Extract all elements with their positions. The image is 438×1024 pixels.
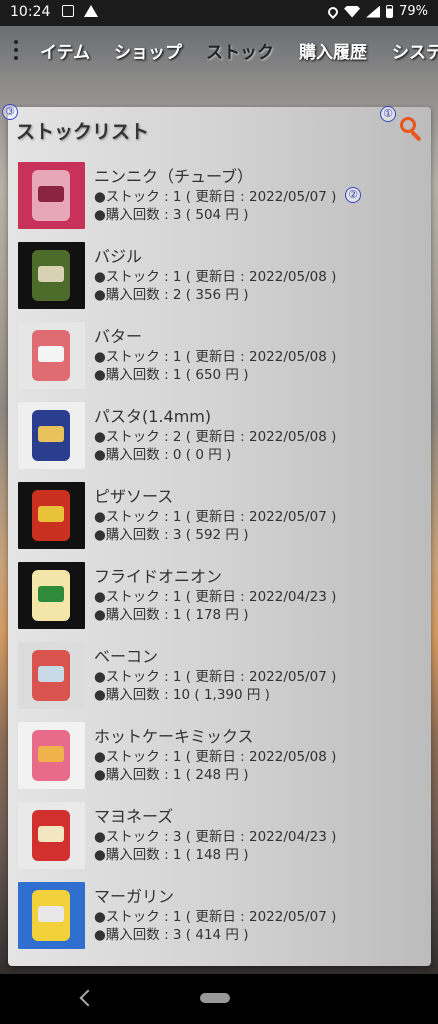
tab-stock[interactable]: ストック	[206, 38, 274, 63]
item-purchases: ●購入回数 : 1 ( 650 円 )	[94, 367, 249, 383]
item-name: マーガリン	[94, 887, 175, 906]
item-thumbnail	[18, 642, 85, 709]
list-item[interactable]: ピザソース ●ストック : 1 ( 更新日 : 2022/05/07 ) ●購入回数…	[16, 482, 426, 562]
item-purchases: ●購入回数 : 3 ( 592 円 )	[94, 527, 249, 543]
list-item[interactable]: ベーコン ●ストック : 1 ( 更新日 : 2022/05/07 ) ●購入回数 …	[16, 642, 426, 722]
item-stock: ●ストック : 1 ( 更新日 : 2022/05/07 )	[94, 189, 337, 205]
status-bar: 10:24 79%	[0, 0, 438, 26]
signal-icon	[366, 5, 381, 18]
status-right: 79%	[326, 4, 428, 19]
battery-level: 79%	[399, 4, 428, 19]
wifi-icon	[344, 5, 361, 18]
overflow-menu-icon[interactable]	[14, 40, 20, 60]
item-purchases: ●購入回数 : 1 ( 148 円 )	[94, 847, 249, 863]
item-stock: ●ストック : 1 ( 更新日 : 2022/05/07 )	[94, 909, 337, 925]
home-pill[interactable]	[200, 993, 230, 1003]
item-name: ニンニク（チューブ）	[94, 167, 254, 186]
item-name: ベーコン	[94, 647, 159, 666]
back-icon[interactable]	[79, 989, 97, 1007]
item-purchases: ●購入回数 : 1 ( 248 円 )	[94, 767, 249, 783]
tab-bar: イテム ショップ ストック 購入履歴 システ	[0, 26, 438, 78]
list-item[interactable]: フライドオニオン ●ストック : 1 ( 更新日 : 2022/04/23 ) ●購…	[16, 562, 426, 642]
stock-list: ニンニク（チューブ） ●ストック : 1 ( 更新日 : 2022/05/07 )…	[16, 162, 426, 962]
tab-shops[interactable]: ショップ	[114, 38, 182, 63]
navigation-bar	[0, 974, 438, 1024]
item-thumbnail	[18, 482, 85, 549]
list-item[interactable]: マヨネーズ ●ストック : 3 ( 更新日 : 2022/04/23 ) ●購入回数…	[16, 802, 426, 882]
item-name: バター	[94, 327, 143, 346]
item-name: ホットケーキミックス	[94, 727, 254, 746]
battery-icon	[386, 5, 394, 18]
tab-system[interactable]: システ	[392, 38, 438, 63]
stock-list-panel: ③ ストックリスト ① ② ニンニク（チューブ） ●ストック : 1 ( 更新日 …	[2, 104, 431, 966]
item-stock: ●ストック : 2 ( 更新日 : 2022/05/08 )	[94, 429, 337, 445]
page-title: ストックリスト	[16, 121, 150, 143]
item-purchases: ●購入回数 : 3 ( 504 円 )	[94, 207, 249, 223]
list-item[interactable]: ホットケーキミックス ●ストック : 1 ( 更新日 : 2022/05/08 )…	[16, 722, 426, 802]
item-purchases: ●購入回数 : 3 ( 414 円 )	[94, 927, 249, 943]
tab-purchase-history[interactable]: 購入履歴	[299, 38, 367, 63]
item-thumbnail	[18, 322, 85, 389]
item-name: ピザソース	[94, 487, 174, 506]
item-stock: ●ストック : 3 ( 更新日 : 2022/04/23 )	[94, 829, 337, 845]
item-name: パスタ(1.4mm)	[94, 407, 212, 426]
item-thumbnail	[18, 402, 85, 469]
item-stock: ●ストック : 1 ( 更新日 : 2022/05/07 )	[94, 669, 337, 685]
item-stock: ●ストック : 1 ( 更新日 : 2022/04/23 )	[94, 589, 337, 605]
list-item[interactable]: パスタ(1.4mm) ●ストック : 2 ( 更新日 : 2022/05/08 )…	[16, 402, 426, 482]
item-name: マヨネーズ	[94, 807, 174, 826]
status-time: 10:24	[10, 4, 51, 20]
item-stock: ●ストック : 1 ( 更新日 : 2022/05/07 )	[94, 509, 337, 525]
item-purchases: ●購入回数 : 2 ( 356 円 )	[94, 287, 249, 303]
item-purchases: ●購入回数 : 1 ( 178 円 )	[94, 607, 249, 623]
tab-items[interactable]: イテム	[40, 38, 90, 63]
item-purchases: ●購入回数 : 10 ( 1,390 円 )	[94, 687, 270, 703]
item-thumbnail	[18, 802, 85, 869]
list-item[interactable]: バジル ●ストック : 1 ( 更新日 : 2022/05/08 ) ●購入回数 :…	[16, 242, 426, 322]
item-thumbnail	[18, 242, 85, 309]
search-icon[interactable]	[400, 117, 426, 143]
location-icon	[326, 4, 341, 19]
annotation-marker-1: ①	[380, 106, 396, 122]
item-thumbnail	[18, 882, 85, 949]
item-name: フライドオニオン	[94, 567, 223, 586]
item-thumbnail	[18, 562, 85, 629]
list-item[interactable]: ニンニク（チューブ） ●ストック : 1 ( 更新日 : 2022/05/07 )…	[16, 162, 426, 242]
list-item[interactable]: バター ●ストック : 1 ( 更新日 : 2022/05/08 ) ●購入回数 :…	[16, 322, 426, 402]
drive-icon	[84, 5, 98, 17]
item-stock: ●ストック : 1 ( 更新日 : 2022/05/08 )	[94, 749, 337, 765]
item-name: バジル	[94, 247, 143, 266]
list-item[interactable]: マーガリン ●ストック : 1 ( 更新日 : 2022/05/07 ) ●購入回数…	[16, 882, 426, 962]
item-purchases: ●購入回数 : 0 ( 0 円 )	[94, 447, 232, 463]
item-stock: ●ストック : 1 ( 更新日 : 2022/05/08 )	[94, 269, 337, 285]
item-stock: ●ストック : 1 ( 更新日 : 2022/05/08 )	[94, 349, 337, 365]
item-thumbnail	[18, 722, 85, 789]
notification-icon	[62, 5, 74, 17]
item-thumbnail	[18, 162, 85, 229]
